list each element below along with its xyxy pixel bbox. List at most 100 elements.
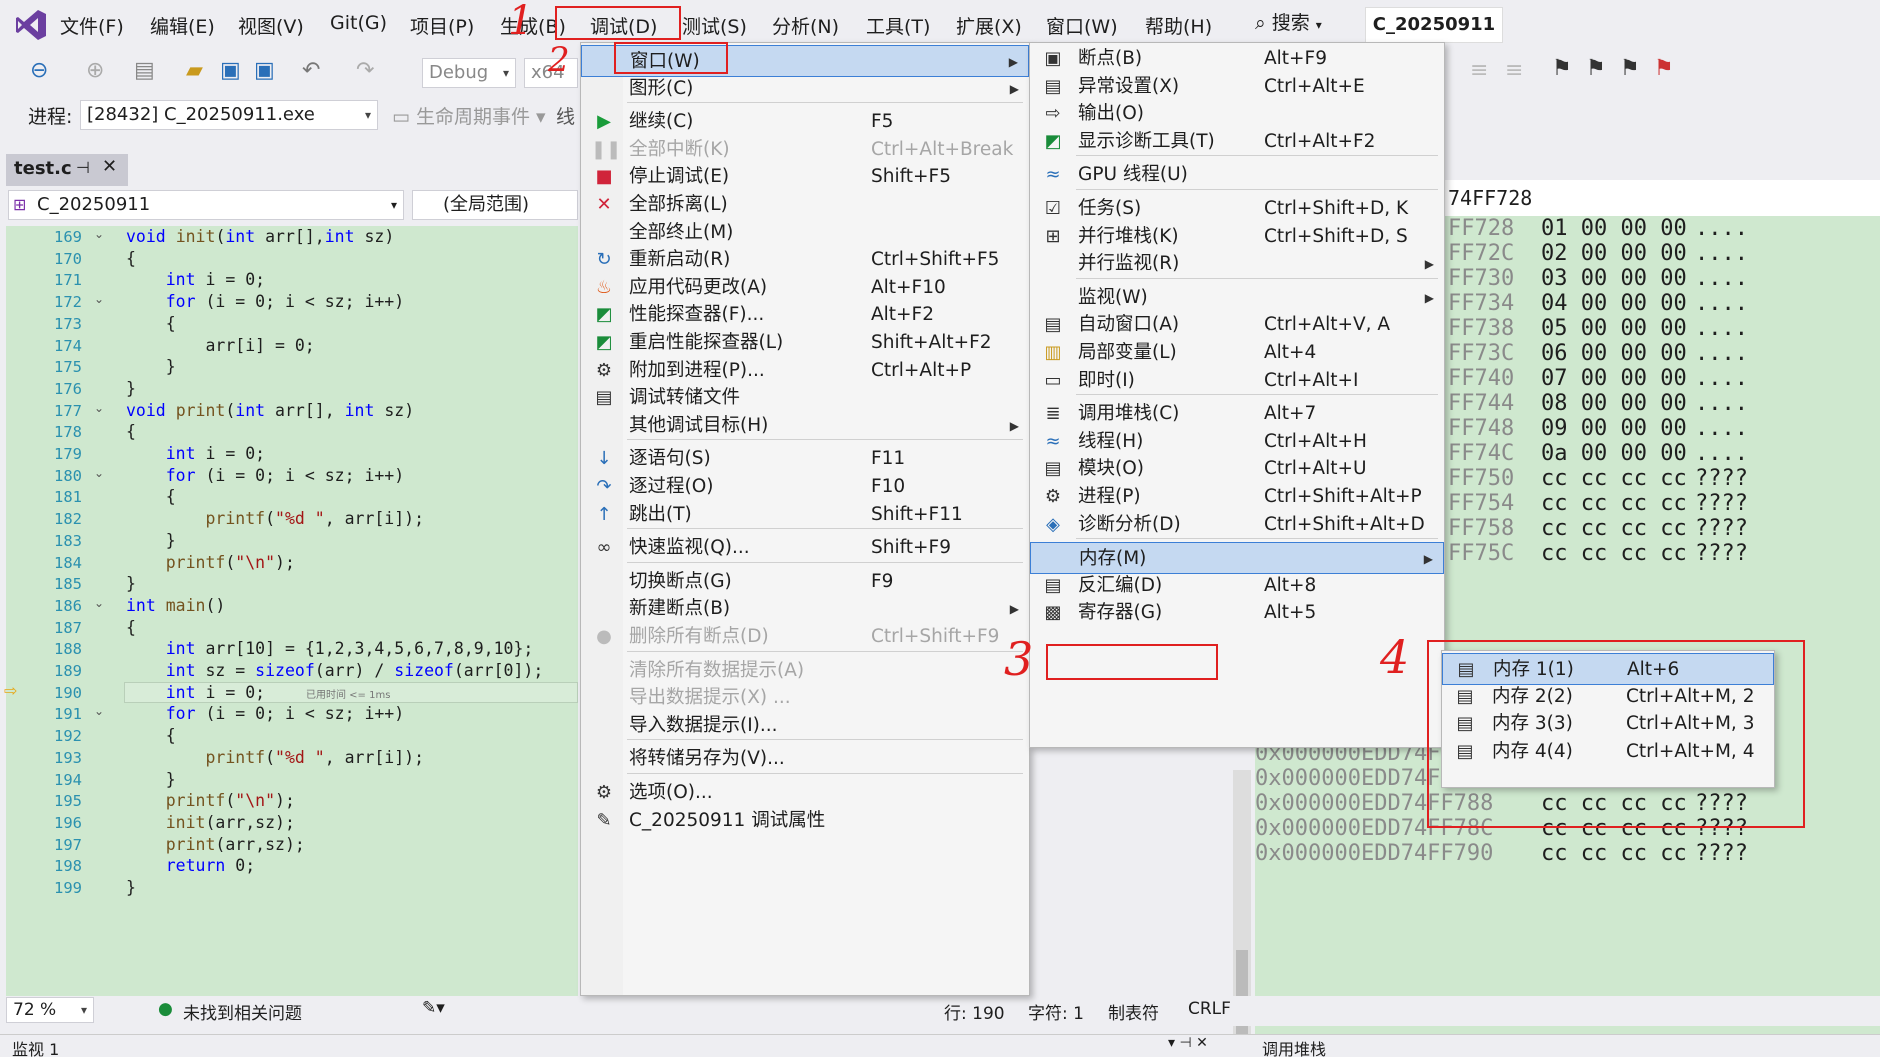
process-select[interactable]: [28432] C_20250911.exe ▾ — [80, 100, 378, 130]
menu-item-shortcut: Shift+F11 — [871, 503, 963, 525]
menu-item-label: C_20250911 调试属性 — [629, 809, 826, 831]
save-all-icon[interactable]: ▣ — [254, 58, 275, 83]
window-menu-item-20[interactable]: ◈ 诊断分析(D) Ctrl+Shift+Alt+D — [1030, 509, 1444, 541]
forward-icon[interactable]: ⊕ — [86, 58, 104, 83]
window-menu-item-9[interactable]: 并行监视(R) ▶ — [1030, 248, 1444, 280]
line-number: 182 — [54, 510, 82, 529]
annotation-box-window-item — [614, 42, 728, 74]
menu-separator — [627, 773, 1023, 774]
line-number: 187 — [54, 618, 82, 637]
undo-icon[interactable]: ↶ — [302, 58, 320, 83]
window-menu-item-24[interactable]: ▩ 寄存器(G) Alt+5 — [1030, 597, 1444, 629]
fold-icon[interactable]: ⌄ — [94, 596, 104, 610]
line-number: 173 — [54, 314, 82, 333]
code-line: { — [126, 422, 136, 442]
line-indicator[interactable]: 行: 190 — [944, 999, 1005, 1024]
fold-icon[interactable]: ⌄ — [94, 704, 104, 718]
perf-tip: 已用时间 <= 1ms — [306, 689, 391, 701]
debug-menu-item-20[interactable]: ∞ 快速监视(Q)... Shift+F9 — [581, 532, 1029, 564]
fold-icon[interactable]: ⌄ — [94, 292, 104, 306]
debug-menu-item-33[interactable]: ✎ C_20250911 调试属性 — [581, 805, 1029, 837]
debug-menu-item-30[interactable]: 将转储另存为(V)... — [581, 743, 1029, 775]
code-cleanup-icon[interactable]: ✎▾ — [422, 998, 445, 1018]
new-project-icon[interactable]: ▤ — [134, 58, 155, 83]
search-label: 搜索 — [1271, 12, 1310, 34]
scope-nav-select[interactable]: (全局范围) — [412, 190, 578, 220]
project-title: C_20250911 — [1365, 7, 1503, 43]
menu-10[interactable]: 扩展(X) — [956, 12, 1022, 39]
debug-menu-item-14[interactable]: 其他调试目标(H) ▶ — [581, 410, 1029, 442]
window-menu-item-14[interactable]: ▭ 即时(I) Ctrl+Alt+I — [1030, 365, 1444, 397]
tabs-indicator[interactable]: 制表符 — [1108, 999, 1159, 1024]
diagnostics-icon: ◩ — [1044, 130, 1062, 152]
menu-7[interactable]: 测试(S) — [682, 12, 747, 39]
analysis-icon: ◈ — [1046, 513, 1060, 535]
clear-bookmarks-icon[interactable]: ⚑ — [1654, 56, 1674, 81]
line-number: 178 — [54, 423, 82, 442]
bookmark-icon[interactable]: ⚑ — [1552, 56, 1572, 81]
menu-11[interactable]: 窗口(W) — [1046, 12, 1118, 39]
issues-status[interactable]: 未找到相关问题 — [183, 999, 302, 1024]
menu-separator — [1076, 189, 1438, 190]
fold-icon[interactable]: ⌄ — [94, 401, 104, 415]
pin-icon[interactable]: ⊣ — [76, 158, 90, 177]
code-line: for (i = 0; i < sz; i++) — [165, 465, 405, 485]
open-folder-icon[interactable]: ▰ — [186, 58, 203, 83]
menu-9[interactable]: 工具(T) — [866, 12, 930, 39]
close-icon[interactable]: ✕ — [102, 156, 117, 177]
editor-tab-test-c[interactable]: test.c ⊣ ✕ — [6, 154, 128, 186]
eol-indicator[interactable]: CRLF — [1188, 999, 1231, 1019]
fold-icon[interactable]: ⌄ — [94, 227, 104, 241]
search-box[interactable]: ⌕ 搜索 ▾ — [1255, 8, 1322, 35]
debug-menu-item-28[interactable]: 导入数据提示(I)... — [581, 710, 1029, 742]
comment-icon[interactable]: ≡ — [1470, 58, 1488, 83]
save-icon[interactable]: ▣ — [220, 58, 241, 83]
menu-12[interactable]: 帮助(H) — [1145, 12, 1212, 39]
code-line: for (i = 0; i < sz; i++) — [165, 704, 405, 724]
menu-8[interactable]: 分析(N) — [772, 12, 839, 39]
tab-label: test.c — [14, 158, 72, 179]
line-number: 188 — [54, 640, 82, 659]
window-menu-item-3[interactable]: ◩ 显示诊断工具(T) Ctrl+Alt+F2 — [1030, 126, 1444, 158]
prev-bookmark-icon[interactable]: ⚑ — [1586, 56, 1606, 81]
project-nav-select[interactable]: ⊞ C_20250911 ▾ — [8, 190, 404, 220]
menu-item-label: 并行监视(R) — [1078, 253, 1180, 275]
line-number: 191 — [54, 705, 82, 724]
menu-1[interactable]: 编辑(E) — [150, 12, 215, 39]
quickwatch-icon: ∞ — [596, 537, 612, 559]
annotation-step-4: 4 — [1380, 630, 1410, 684]
redo-icon[interactable]: ↷ — [356, 58, 374, 83]
code-line: init(arr,sz); — [165, 812, 295, 832]
watch-panel-tab[interactable]: 监视 1 — [12, 1036, 59, 1057]
panel-options-icon[interactable]: ▾ ⊣ ✕ — [1168, 1035, 1208, 1051]
menu-0[interactable]: 文件(F) — [60, 12, 124, 39]
back-icon[interactable]: ⊖ — [30, 58, 48, 83]
code-line: int arr[10] = {1,2,3,4,5,6,7,8,9,10}; — [165, 639, 534, 659]
chevron-down-icon: ▾ — [80, 1003, 87, 1017]
menu-2[interactable]: 视图(V) — [238, 12, 304, 39]
lifecycle-events-button[interactable]: ▭ 生命周期事件 ▾ — [392, 102, 546, 129]
next-bookmark-icon[interactable]: ⚑ — [1620, 56, 1640, 81]
uncomment-icon[interactable]: ≡ — [1505, 58, 1523, 83]
memory-address-value: 74FF728 — [1448, 186, 1533, 210]
menu-separator — [1076, 277, 1438, 279]
execution-pointer-icon: ⇨ — [4, 680, 18, 700]
char-indicator[interactable]: 字符: 1 — [1028, 999, 1084, 1024]
fold-icon[interactable]: ⌄ — [94, 466, 104, 480]
window-menu-item-5[interactable]: ≈ GPU 线程(U) — [1030, 159, 1444, 191]
debug-menu-item-1[interactable]: 图形(C) ▶ — [581, 73, 1029, 105]
debug-menu-item-18[interactable]: ↑ 跳出(T) Shift+F11 — [581, 499, 1029, 531]
line-number: 199 — [54, 879, 82, 897]
code-editor[interactable]: 169 void init(int arr[],int sz) ⌄ 170 {171 i… — [4, 226, 578, 996]
debug-menu-item-24[interactable]: ● 删除所有断点(D) Ctrl+Shift+F9 — [581, 621, 1029, 653]
line-number: 197 — [54, 835, 82, 854]
menu-4[interactable]: 项目(P) — [410, 12, 474, 39]
delete-breakpoints-icon: ● — [596, 626, 612, 647]
zoom-select[interactable]: 72 % ▾ — [6, 997, 94, 1023]
menu-item-label: 快速监视(Q)... — [629, 537, 750, 559]
code-line: return 0; — [165, 856, 256, 876]
callstack-panel-tab[interactable]: 调用堆栈 — [1262, 1036, 1326, 1057]
code-line: int i = 0; — [165, 682, 266, 702]
configuration-select[interactable]: Debug ▾ — [422, 58, 516, 88]
menu-3[interactable]: Git(G) — [330, 12, 387, 34]
